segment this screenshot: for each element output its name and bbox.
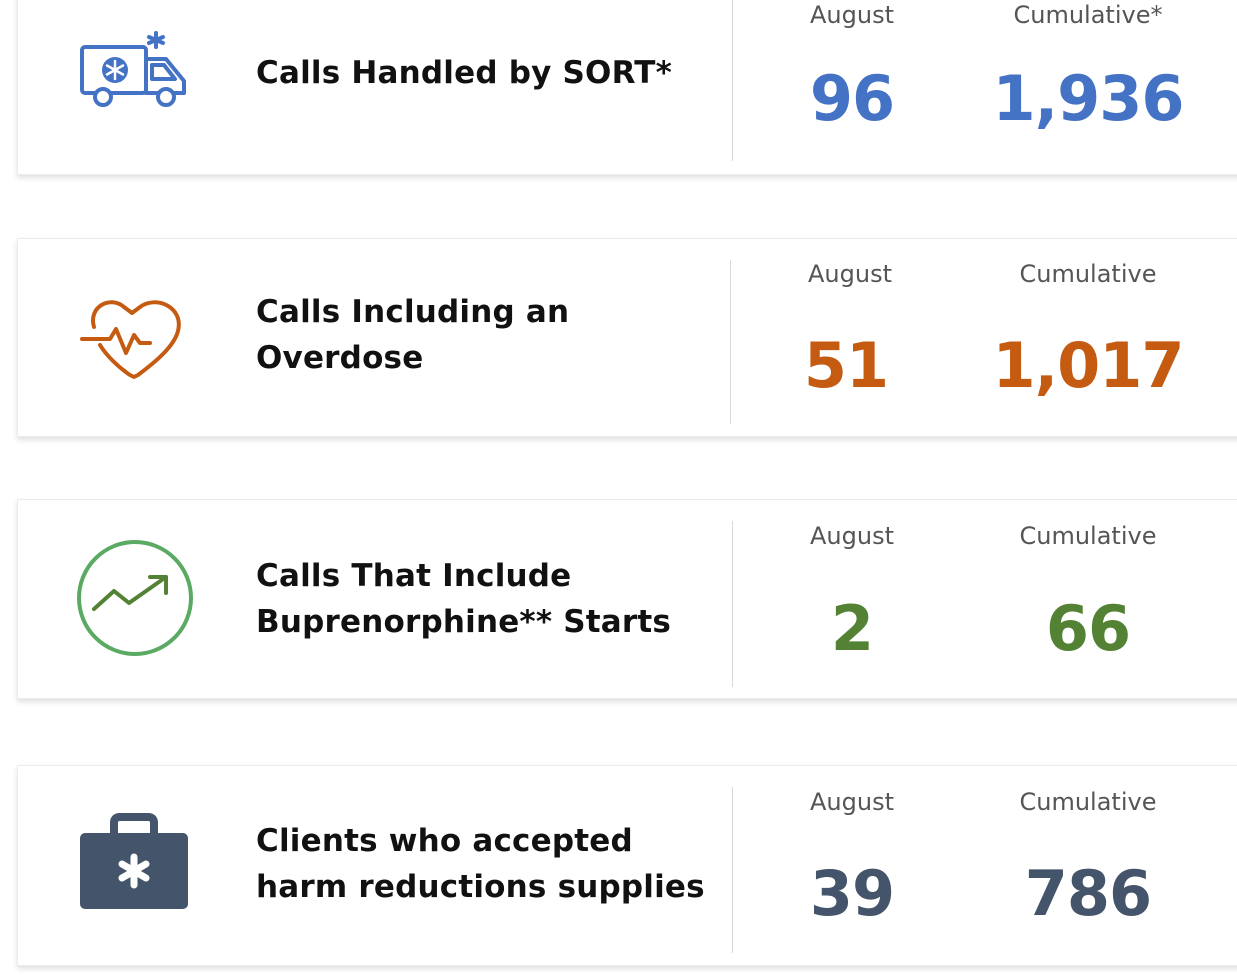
month-value: 51	[803, 329, 889, 402]
stat-label: Calls That Include Buprenorphine** Start…	[256, 553, 671, 645]
heartbeat-icon	[80, 293, 188, 381]
cumulative-header: Cumulative	[1019, 522, 1157, 550]
cumulative-value: 1,017	[992, 329, 1184, 402]
month-header: August	[808, 260, 892, 288]
stat-card-harm-reduction-supplies: Clients who accepted harm reductions sup…	[17, 765, 1237, 966]
cumulative-value: 786	[1024, 857, 1152, 930]
stat-label-line1: Clients who accepted	[256, 823, 633, 859]
trending-up-icon	[74, 539, 196, 657]
stat-label-line1: Calls That Include	[256, 558, 572, 594]
divider	[730, 260, 731, 424]
month-value: 96	[809, 62, 895, 135]
month-header: August	[810, 788, 894, 816]
cumulative-header: Cumulative	[1019, 788, 1157, 816]
month-value: 2	[830, 592, 874, 665]
medical-kit-icon	[78, 813, 190, 911]
stat-label-line2: Overdose	[256, 340, 424, 376]
divider	[732, 787, 733, 953]
stat-card-buprenorphine-starts: Calls That Include Buprenorphine** Start…	[17, 499, 1237, 699]
divider	[732, 0, 733, 161]
month-header: August	[810, 522, 894, 550]
stat-label: Calls Including an Overdose	[256, 289, 569, 381]
cumulative-header: Cumulative*	[1013, 1, 1163, 29]
stat-label-line1: Calls Including an	[256, 294, 570, 330]
stat-label-line2: harm reductions supplies	[256, 869, 705, 905]
month-header: August	[810, 1, 894, 29]
ambulance-icon	[78, 29, 192, 109]
divider	[732, 521, 733, 687]
stat-label: Clients who accepted harm reductions sup…	[256, 818, 705, 910]
cumulative-value: 1,936	[992, 62, 1184, 135]
month-value: 39	[809, 857, 895, 930]
stat-label-line1: Calls Handled by SORT*	[256, 55, 673, 91]
cumulative-value: 66	[1045, 592, 1131, 665]
stat-label-line2: Buprenorphine** Starts	[256, 604, 672, 640]
cumulative-header: Cumulative	[1019, 260, 1157, 288]
stat-card-overdose-calls: Calls Including an Overdose August Cumul…	[17, 238, 1237, 437]
stat-label: Calls Handled by SORT*	[256, 50, 672, 96]
stat-card-sort-calls: Calls Handled by SORT* August Cumulative…	[17, 0, 1237, 175]
